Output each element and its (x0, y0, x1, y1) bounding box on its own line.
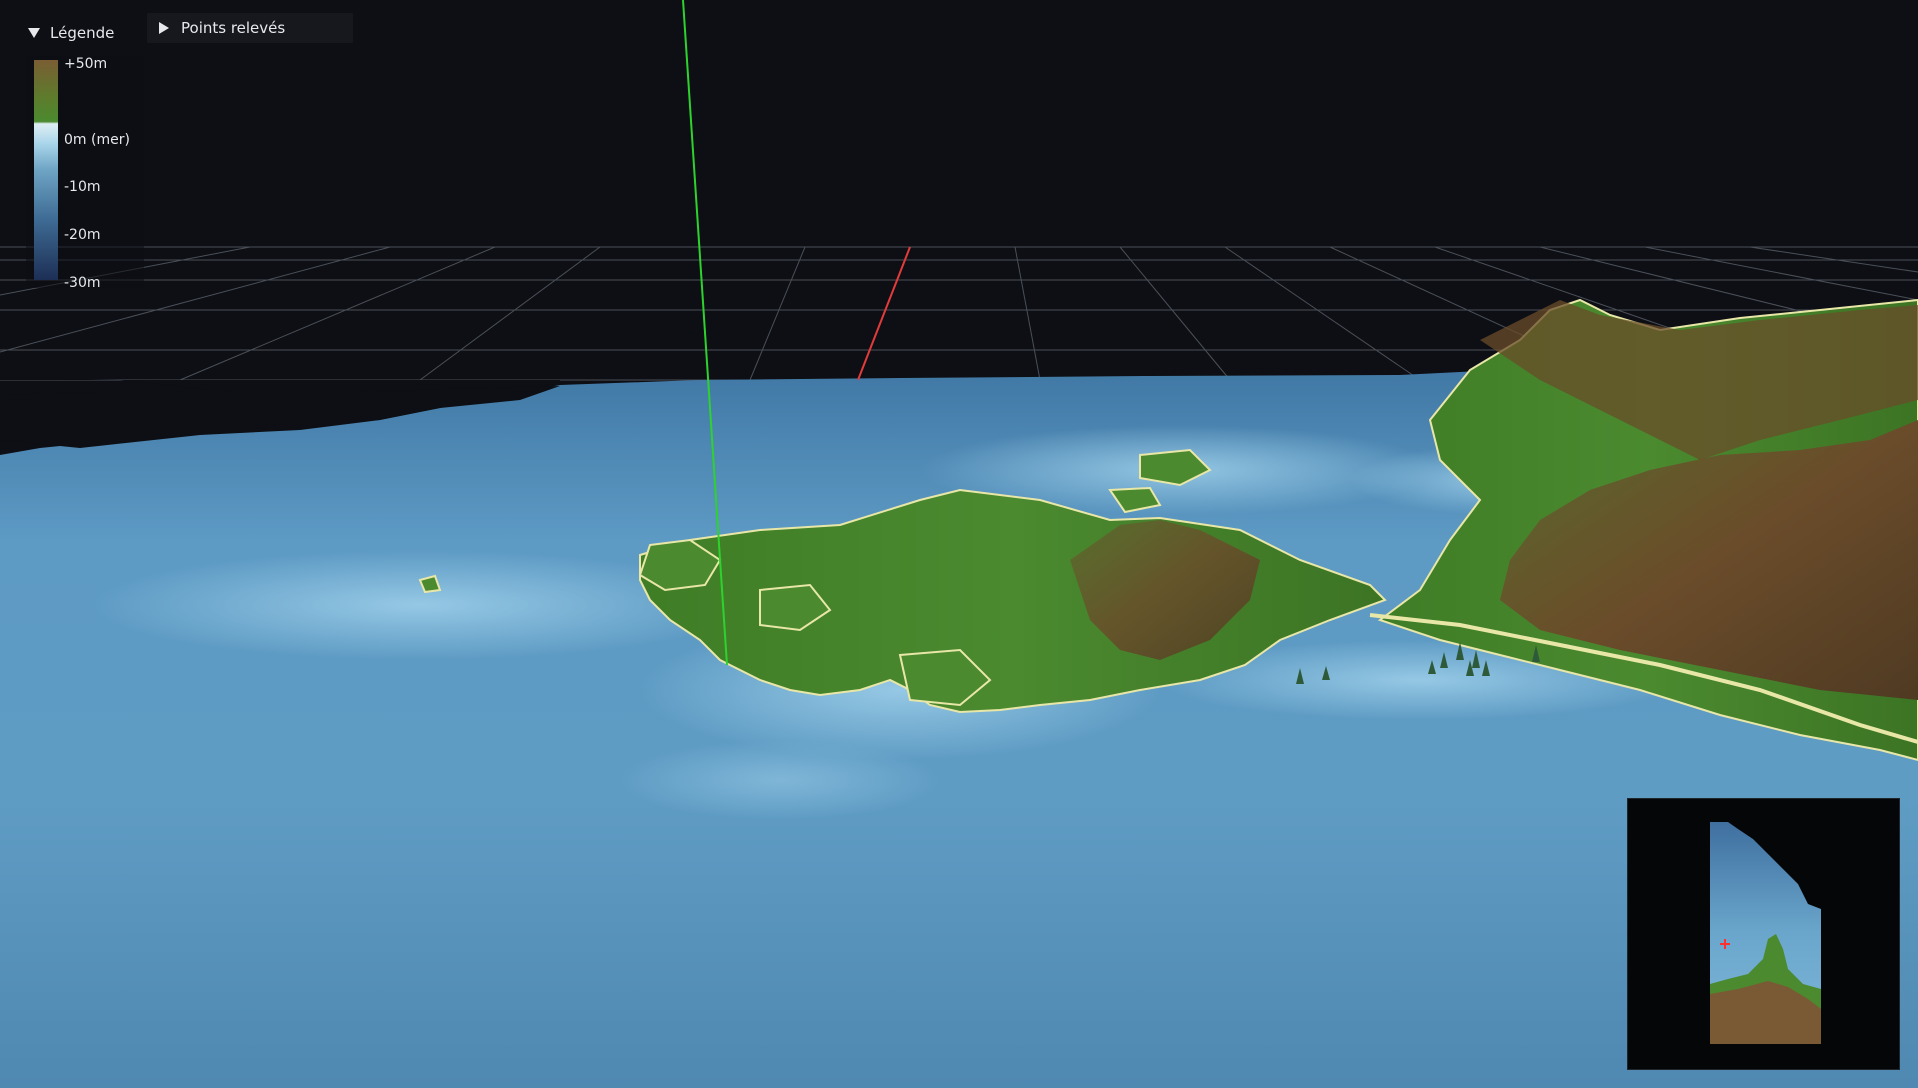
expand-triangle-icon (159, 22, 169, 34)
legend-label-minus20: -20m (64, 227, 101, 243)
elevation-gradient-bar (34, 60, 58, 280)
legend-label-high: +50m (64, 56, 108, 72)
points-releves-toggle[interactable]: Points relevés (147, 13, 353, 43)
legend-title: Légende (50, 24, 115, 42)
points-releves-label: Points relevés (181, 19, 286, 37)
minimap[interactable] (1627, 798, 1900, 1070)
legend-panel: +50m 0m (mer) -10m -20m -30m (26, 56, 144, 291)
legend-label-sea-level: 0m (mer) (64, 132, 130, 148)
legend-toggle[interactable]: Légende (28, 20, 114, 46)
collapse-triangle-icon (28, 28, 40, 38)
legend-label-minus10: -10m (64, 179, 101, 195)
legend-label-minus30: -30m (64, 275, 101, 291)
x-axis-line (857, 246, 911, 381)
